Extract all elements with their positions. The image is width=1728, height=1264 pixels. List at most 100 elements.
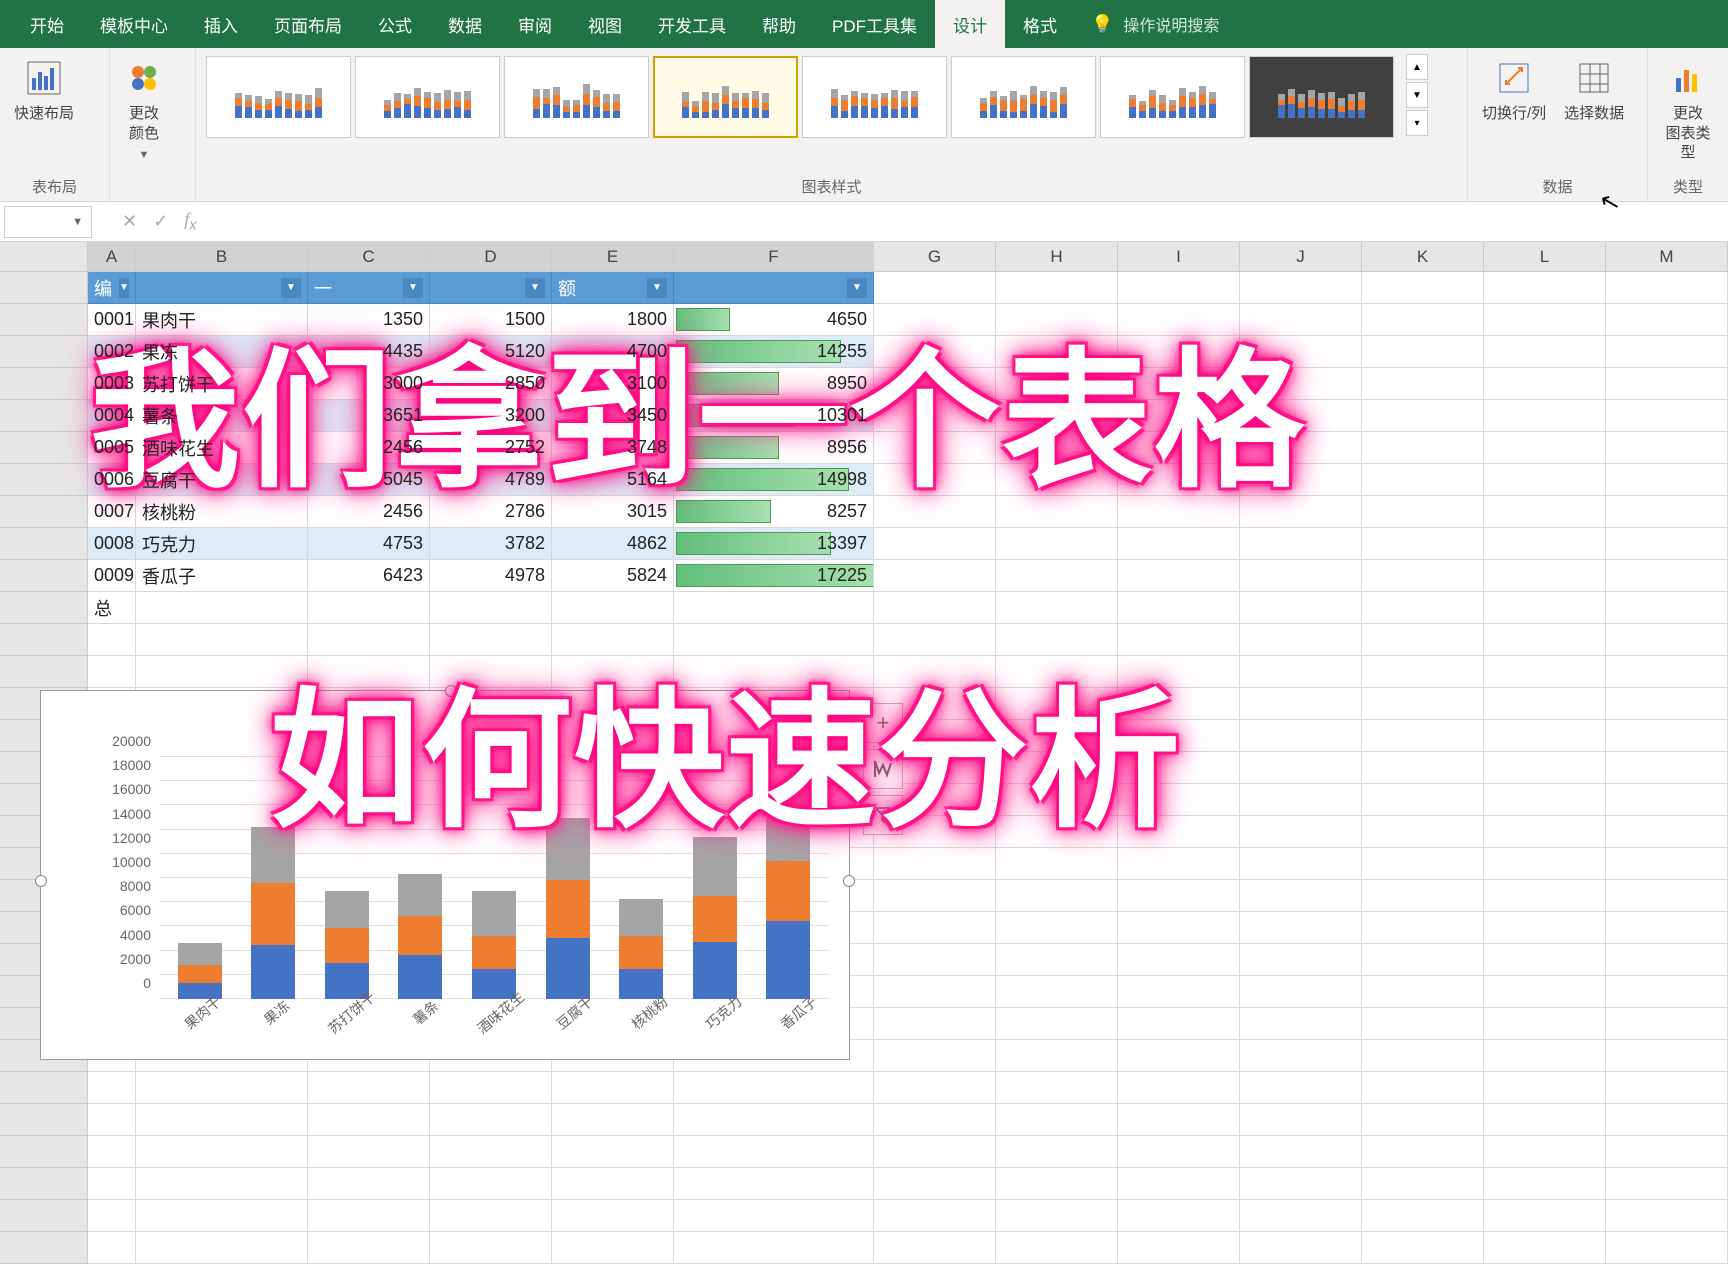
cell[interactable]: 2456 <box>308 432 430 464</box>
cell[interactable] <box>674 1200 874 1232</box>
cell[interactable] <box>1118 1104 1240 1136</box>
cell[interactable] <box>88 656 136 688</box>
cell[interactable] <box>1484 624 1606 656</box>
cell[interactable] <box>1484 336 1606 368</box>
cell[interactable] <box>552 656 674 688</box>
select-all-corner[interactable] <box>0 242 88 271</box>
cell[interactable] <box>430 656 552 688</box>
cell[interactable] <box>1606 1008 1728 1040</box>
cell[interactable] <box>874 560 996 592</box>
cell[interactable] <box>1118 336 1240 368</box>
cell[interactable] <box>874 432 996 464</box>
cell[interactable] <box>1118 656 1240 688</box>
cell[interactable] <box>1362 848 1484 880</box>
cell[interactable] <box>1606 1104 1728 1136</box>
cell[interactable] <box>552 1104 674 1136</box>
cell[interactable] <box>1484 1040 1606 1072</box>
cell[interactable] <box>1240 1104 1362 1136</box>
cell[interactable]: 5164 <box>552 464 674 496</box>
cell[interactable] <box>1484 688 1606 720</box>
cell[interactable] <box>1362 688 1484 720</box>
cell[interactable] <box>1240 464 1362 496</box>
cell[interactable] <box>430 1136 552 1168</box>
cell[interactable] <box>874 1168 996 1200</box>
cell[interactable]: 8950 <box>674 368 874 400</box>
cell[interactable] <box>1240 656 1362 688</box>
cell[interactable] <box>1240 720 1362 752</box>
ribbon-tab-插入[interactable]: 插入 <box>186 0 256 48</box>
cell[interactable] <box>1484 752 1606 784</box>
cell[interactable] <box>1240 624 1362 656</box>
cell[interactable]: 17225 <box>674 560 874 592</box>
cell[interactable] <box>1484 1232 1606 1264</box>
cell[interactable] <box>1118 976 1240 1008</box>
cell[interactable] <box>1606 592 1728 624</box>
cell[interactable] <box>874 912 996 944</box>
cell[interactable] <box>1484 592 1606 624</box>
tell-me-search[interactable]: 💡 操作说明搜索 <box>1091 12 1219 36</box>
cell[interactable] <box>1362 720 1484 752</box>
filter-arrow-icon[interactable]: ▼ <box>281 278 301 298</box>
cell[interactable] <box>1484 656 1606 688</box>
cell[interactable] <box>874 1200 996 1232</box>
cell[interactable] <box>1484 1072 1606 1104</box>
cell[interactable] <box>996 1040 1118 1072</box>
col-header-M[interactable]: M <box>1606 242 1728 271</box>
cell[interactable] <box>874 1136 996 1168</box>
cell[interactable] <box>1118 848 1240 880</box>
change-colors-button[interactable]: 更改 颜色 ▼ <box>118 54 170 165</box>
cell[interactable] <box>1484 1008 1606 1040</box>
cell[interactable] <box>1606 1232 1728 1264</box>
col-header-D[interactable]: D <box>430 242 552 271</box>
cell[interactable] <box>88 624 136 656</box>
cell[interactable] <box>1240 880 1362 912</box>
cell[interactable] <box>996 272 1118 304</box>
cell[interactable] <box>1118 1232 1240 1264</box>
cell[interactable] <box>552 1232 674 1264</box>
cell[interactable]: 0006 <box>88 464 136 496</box>
cell[interactable] <box>874 368 996 400</box>
cell[interactable] <box>1118 368 1240 400</box>
cell[interactable]: 豆腐干 <box>136 464 308 496</box>
fx-icon[interactable]: fx <box>184 209 197 234</box>
cell[interactable]: 2456 <box>308 496 430 528</box>
cell[interactable] <box>430 1232 552 1264</box>
cell[interactable] <box>996 1168 1118 1200</box>
cell[interactable] <box>1118 912 1240 944</box>
cell[interactable] <box>1606 560 1728 592</box>
cell[interactable] <box>1606 912 1728 944</box>
cell[interactable] <box>1362 1072 1484 1104</box>
cell[interactable] <box>874 656 996 688</box>
cell[interactable] <box>308 1200 430 1232</box>
cell[interactable] <box>1362 592 1484 624</box>
cell[interactable] <box>1240 784 1362 816</box>
cell[interactable]: 一▼ <box>308 272 430 304</box>
cell[interactable]: 0007 <box>88 496 136 528</box>
cell[interactable] <box>996 560 1118 592</box>
change-chart-type-button[interactable]: 更改 图表类型 <box>1656 54 1720 167</box>
cell[interactable]: 3000 <box>308 368 430 400</box>
cell[interactable] <box>996 1200 1118 1232</box>
cell[interactable] <box>1362 464 1484 496</box>
cell[interactable] <box>1240 1008 1362 1040</box>
cell[interactable] <box>1118 432 1240 464</box>
ribbon-tab-模板中心[interactable]: 模板中心 <box>82 0 186 48</box>
cell[interactable] <box>1118 272 1240 304</box>
cell[interactable] <box>996 688 1118 720</box>
cell[interactable] <box>874 1104 996 1136</box>
cell[interactable] <box>874 400 996 432</box>
cell[interactable] <box>552 592 674 624</box>
cell[interactable]: 3450 <box>552 400 674 432</box>
cell[interactable] <box>430 1200 552 1232</box>
cell[interactable] <box>1118 784 1240 816</box>
cell[interactable] <box>1606 400 1728 432</box>
cell[interactable] <box>1484 560 1606 592</box>
ribbon-tab-视图[interactable]: 视图 <box>570 0 640 48</box>
cell[interactable] <box>1240 912 1362 944</box>
cell[interactable] <box>1362 1232 1484 1264</box>
cell[interactable] <box>996 624 1118 656</box>
cell[interactable] <box>1362 784 1484 816</box>
cell[interactable] <box>1606 784 1728 816</box>
ribbon-tab-审阅[interactable]: 审阅 <box>500 0 570 48</box>
filter-arrow-icon[interactable]: ▼ <box>525 278 545 298</box>
